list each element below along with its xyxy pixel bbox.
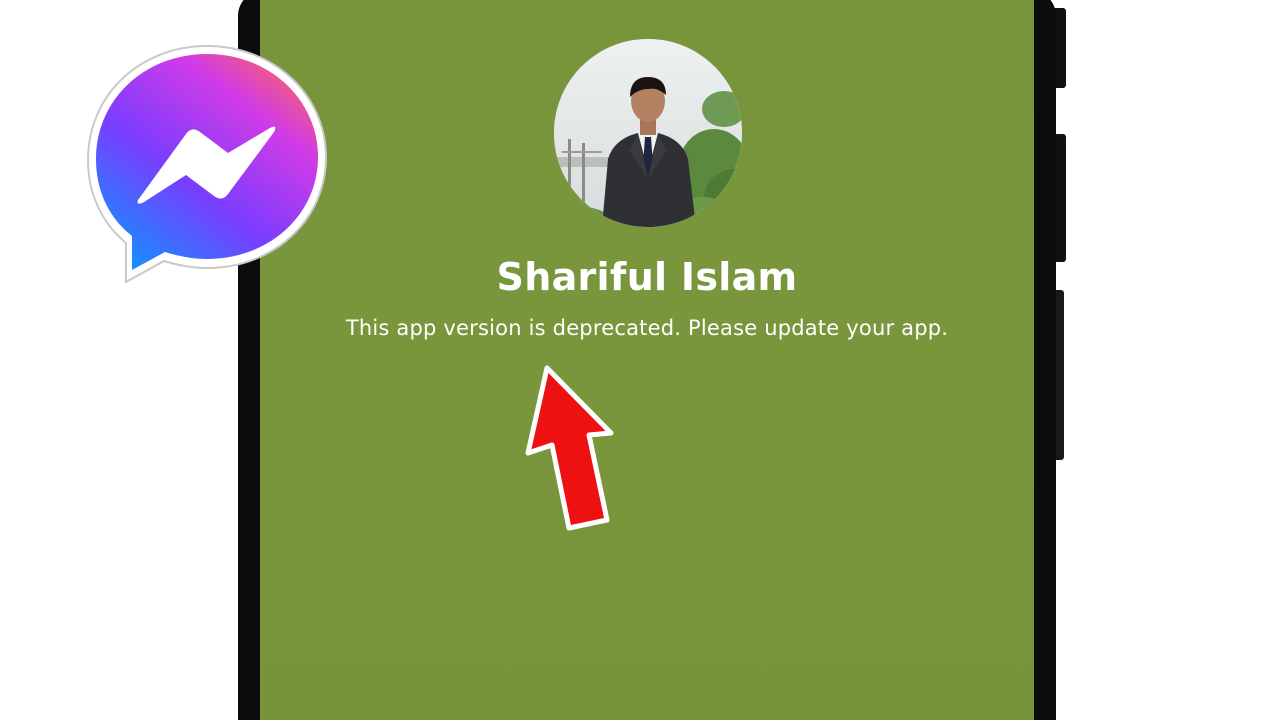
phone-screen: Shariful Islam This app version is depre… — [260, 0, 1034, 720]
thumbnail-stage: Shariful Islam This app version is depre… — [0, 0, 1280, 720]
messenger-logo-icon — [86, 44, 328, 284]
profile-avatar[interactable] — [554, 39, 742, 227]
deprecation-message: This app version is deprecated. Please u… — [345, 316, 949, 340]
profile-name: Shariful Islam — [496, 255, 798, 299]
red-arrow-icon — [525, 365, 614, 531]
profile-photo — [554, 39, 742, 227]
